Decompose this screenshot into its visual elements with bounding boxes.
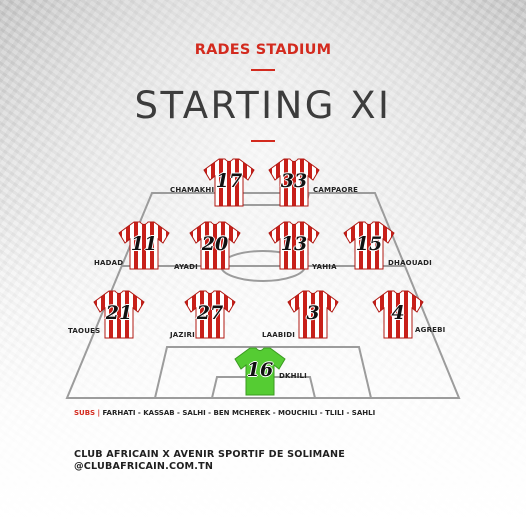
shirt-chamakhi[interactable]: 17	[203, 157, 255, 207]
player-name-agrebi: AGREBI	[415, 326, 446, 334]
shirt-number: 4	[391, 302, 405, 324]
footer-info: CLUB AFRICAIN X AVENIR SPORTIF DE SOLIMA…	[74, 449, 345, 473]
player-name-taoues: TAOUES	[68, 327, 101, 335]
player-name-ayadi: AYADI	[174, 263, 198, 271]
shirt-number: 3	[306, 302, 320, 324]
shirt-number: 27	[196, 302, 224, 324]
pitch-lines	[65, 192, 461, 399]
shirt-taoues[interactable]: 21	[93, 289, 145, 339]
shirt-hadad[interactable]: 11	[118, 220, 170, 270]
shirt-number: 11	[130, 233, 158, 255]
shirt-number: 13	[280, 233, 308, 255]
website-link[interactable]: @CLUBAFRICAIN.COM.TN	[74, 461, 345, 473]
player-name-chamakhi: CHAMAKHI	[170, 186, 215, 194]
player-name-laabidi: LAABIDI	[262, 331, 296, 339]
player-name-campaore: CAMPAORE	[313, 186, 359, 194]
player-name-jaziri: JAZIRI	[170, 331, 195, 339]
substitutes-line: SUBS | FARHATI - KASSAB - SALHI - BEN MC…	[74, 409, 375, 417]
shirt-number: 15	[355, 233, 383, 255]
shirt-dkhili[interactable]: 16	[234, 346, 286, 396]
shirt-number: 21	[105, 302, 133, 324]
player-name-hadad: HADAD	[94, 259, 124, 267]
shirt-number: 20	[201, 233, 229, 255]
match-title: CLUB AFRICAIN X AVENIR SPORTIF DE SOLIMA…	[74, 449, 346, 460]
subs-label: SUBS |	[74, 409, 101, 417]
player-name-yahia: YAHIA	[312, 263, 337, 271]
player-name-dhaouadi: DHAOUADI	[388, 259, 432, 267]
shirt-campaore[interactable]: 33	[268, 157, 320, 207]
player-name-dkhili: DKHILI	[279, 372, 307, 380]
subs-list: FARHATI - KASSAB - SALHI - BEN MCHEREK -…	[102, 409, 376, 417]
